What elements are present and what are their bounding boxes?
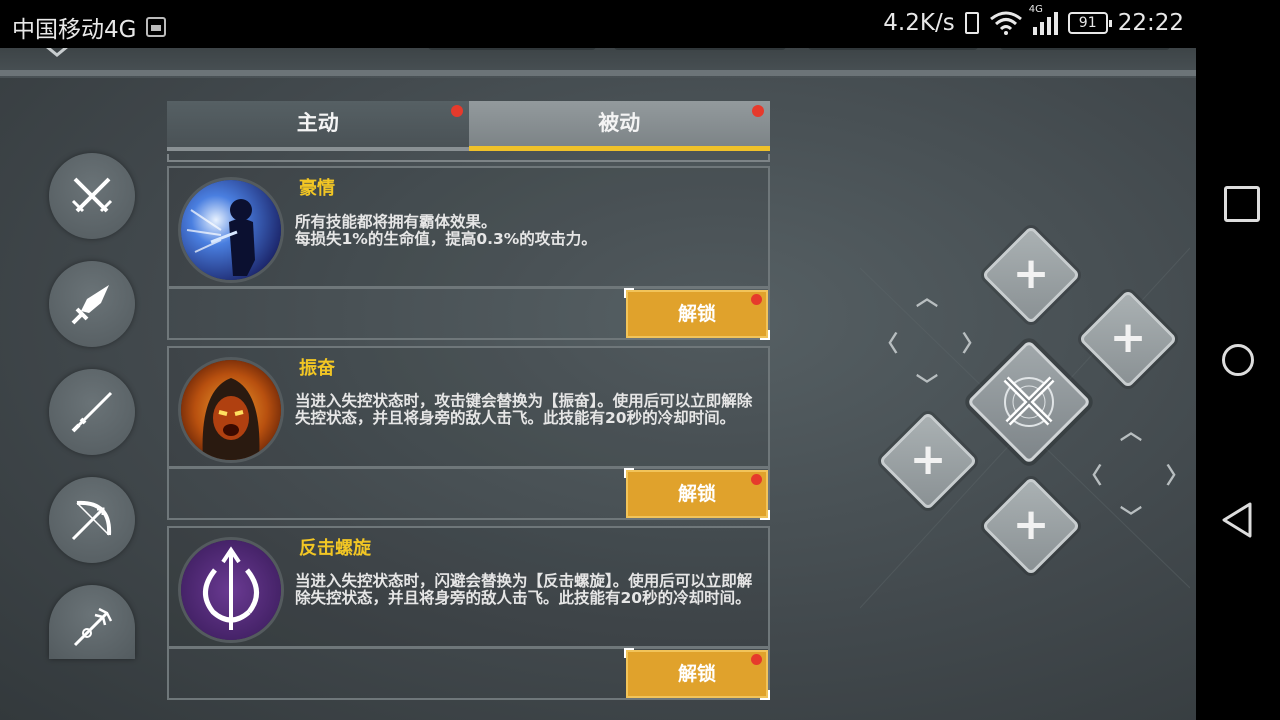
home-button[interactable] [1218, 340, 1258, 380]
navigation-bar [1196, 0, 1280, 720]
crossed-swords-icon [71, 177, 113, 213]
unlock-label: 解锁 [677, 483, 716, 505]
image-notification-icon [146, 17, 167, 37]
notification-dot [752, 105, 764, 117]
tab-active-skills[interactable]: 主动 [167, 101, 469, 151]
plus-icon: + [909, 434, 947, 485]
skill-description: 所有技能都将拥有霸体效果。 每损失1%的生命值，提高0.3%的攻击力。 [295, 213, 597, 248]
notification-dot [751, 294, 762, 305]
skill-tabs: 主动 被动 [167, 101, 770, 151]
chevron-down-icon: ﹀ [1120, 506, 1143, 531]
chevron-right-icon: 〉 [962, 332, 985, 357]
plus-icon: + [1012, 499, 1050, 550]
tab-label: 被动 [598, 111, 641, 135]
bow-icon [71, 500, 112, 541]
category-bow-button[interactable] [49, 477, 135, 563]
unlock-button[interactable]: 解锁 [624, 468, 770, 520]
chevron-down-icon[interactable] [44, 48, 70, 58]
skill-name: 豪情 [299, 178, 335, 199]
carrier-label: 中国移动4G [12, 17, 137, 43]
unlock-label: 解锁 [677, 303, 716, 325]
chevron-right-icon: 〉 [1166, 464, 1189, 489]
skill-name: 反击螺旋 [299, 538, 371, 559]
crossed-swords-icon [1003, 376, 1055, 427]
chevron-left-icon: 〈 [1080, 464, 1103, 489]
clock: 22:22 [1117, 10, 1184, 36]
unlock-button[interactable]: 解锁 [624, 288, 770, 340]
skill-item: 豪情 所有技能都将拥有霸体效果。 每损失1%的生命值，提高0.3%的攻击力。 解… [167, 166, 770, 340]
katana-icon [71, 391, 113, 433]
wifi-icon [989, 11, 1022, 35]
spiral-arrow-icon [181, 540, 281, 640]
recent-apps-button[interactable] [1218, 182, 1260, 222]
notification-dot [450, 105, 463, 117]
category-trident-button[interactable] [49, 585, 135, 659]
tab-label: 主动 [296, 111, 339, 135]
chevron-up-icon: ︿ [916, 286, 939, 311]
notification-dot [751, 474, 762, 485]
unlock-label: 解锁 [677, 663, 716, 685]
unlock-button[interactable]: 解锁 [624, 648, 770, 700]
chevron-down-icon: ﹀ [916, 374, 939, 399]
status-left: 中国移动4G [12, 10, 167, 44]
network-type-label: 4G [1028, 4, 1043, 15]
chevron-left-icon: 〈 [876, 332, 899, 357]
status-right: 4.2K/s 4G 91 22:22 [883, 4, 1184, 36]
category-dual-swords-button[interactable] [49, 153, 135, 239]
status-bar: 中国移动4G 4.2K/s 4G 91 22:22 [0, 0, 1196, 48]
hooded-warrior-icon [181, 360, 281, 460]
greatsword-icon [71, 285, 109, 325]
category-greatsword-button[interactable] [49, 261, 135, 347]
silhouette-burst-icon [181, 180, 281, 280]
vibrate-icon [964, 12, 979, 34]
skill-list[interactable]: 豪情 所有技能都将拥有霸体效果。 每损失1%的生命值，提高0.3%的攻击力。 解… [167, 154, 770, 720]
battery-icon: 91 [1067, 12, 1112, 34]
cell-signal-icon: 4G [1029, 4, 1058, 35]
notification-dot [751, 654, 762, 665]
skill-description: 当进入失控状态时，攻击键会替换为【振奋】。使用后可以立即解除失控状态，并且将身旁… [295, 392, 753, 427]
tab-passive-skills[interactable]: 被动 [468, 101, 770, 151]
plus-icon: + [1012, 248, 1050, 299]
back-button[interactable] [1218, 500, 1258, 540]
plus-icon: + [1109, 312, 1147, 363]
game-screen: 主动 被动 豪情 所有技能都将拥有霸体效果。 每损失1%的生命值，提高0.3%的… [0, 48, 1196, 720]
skill-item: 反击螺旋 当进入失控状态时，闪避会替换为【反击螺旋】。使用后可以立即解除失控状态… [167, 526, 770, 700]
skill-description: 当进入失控状态时，闪避会替换为【反击螺旋】。使用后可以立即解除失控状态，并且将身… [295, 572, 753, 607]
skill-name: 振奋 [299, 358, 335, 379]
top-strip [0, 48, 1196, 78]
chevron-up-icon: ︿ [1120, 420, 1143, 445]
trident-icon [73, 607, 113, 647]
category-katana-button[interactable] [49, 369, 135, 455]
skill-item: 振奋 当进入失控状态时，攻击键会替换为【振奋】。使用后可以立即解除失控状态，并且… [167, 346, 770, 520]
network-speed: 4.2K/s [883, 10, 955, 36]
